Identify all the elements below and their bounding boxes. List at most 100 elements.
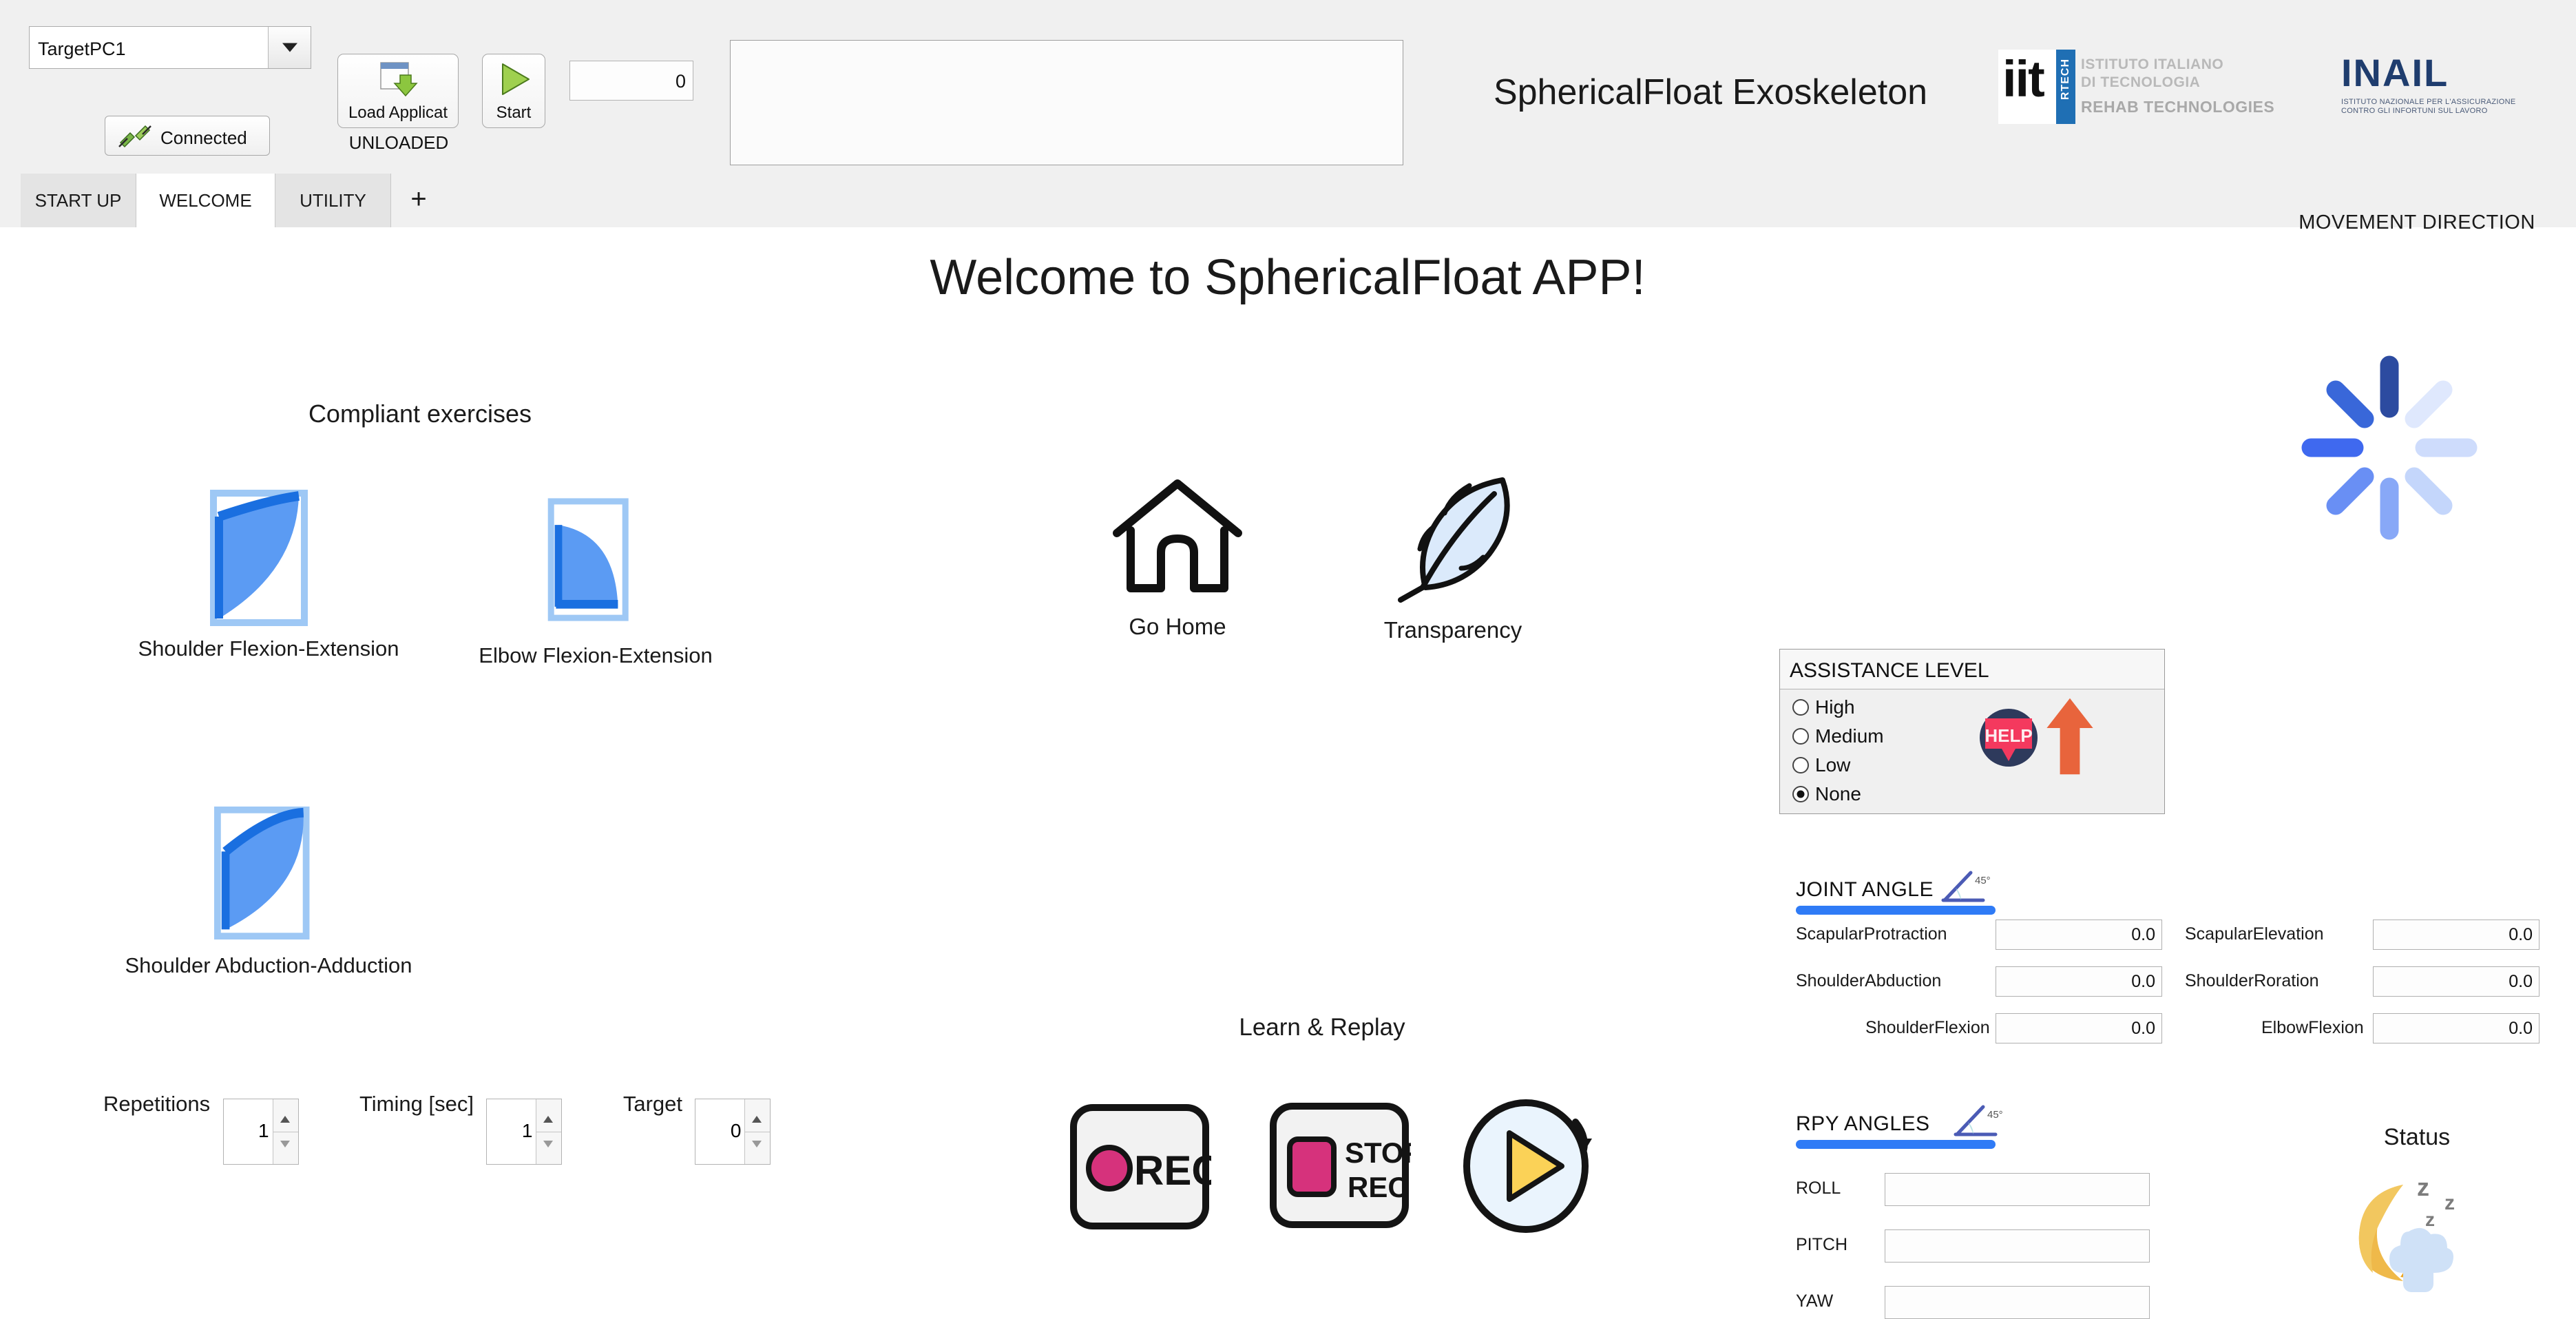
field-value: 0.0 (2131, 925, 2155, 945)
stepper-timing: Timing [sec] 1 (359, 1092, 562, 1165)
tab-utility[interactable]: UTILITY (275, 174, 391, 227)
angle-value-text: 45° (1987, 1109, 2002, 1121)
stop-text: STOP (1345, 1136, 1411, 1169)
radio-label: Medium (1815, 725, 1884, 747)
timing-input[interactable]: 1 (486, 1099, 562, 1165)
replay-button[interactable] (1460, 1092, 1596, 1238)
field-value: 0.0 (2509, 1019, 2533, 1039)
learn-replay-label: Learn & Replay (1143, 1014, 1501, 1041)
shoulder-abduction-icon (200, 806, 337, 944)
shoulder-flexion-input[interactable]: 0.0 (1996, 1013, 2162, 1043)
help-icon: HELP (1974, 703, 2043, 772)
stepper-down-icon[interactable] (543, 1141, 553, 1147)
stepper-up-icon[interactable] (752, 1116, 762, 1123)
exercise-elbow-flexion[interactable]: Elbow Flexion-Extension (451, 496, 740, 668)
log-textarea[interactable] (730, 40, 1403, 165)
elbow-flexion-input[interactable]: 0.0 (2373, 1013, 2540, 1043)
application-title: SphericalFloat Exoskeleton (1463, 72, 1958, 113)
load-application-button[interactable]: Load Applicat (337, 54, 459, 128)
play-triangle-icon (494, 60, 533, 98)
radio-medium[interactable]: Medium (1792, 725, 1884, 747)
radio-icon[interactable] (1792, 699, 1809, 716)
rec-icon: REC (1068, 1102, 1211, 1232)
scapular-protraction-input[interactable]: 0.0 (1996, 920, 2162, 950)
radio-label: Low (1815, 754, 1850, 776)
exercise-shoulder-flexion[interactable]: Shoulder Flexion-Extension (107, 489, 430, 661)
stepper-target: Target 0 (623, 1092, 771, 1165)
joint-angle-header: JOINT ANGLE 45° (1796, 878, 1934, 902)
field-value: 0.0 (2131, 1019, 2155, 1039)
exercise-label: Shoulder Flexion-Extension (107, 636, 430, 661)
elbow-flexion-icon (527, 496, 664, 634)
iit-letters: iit (2002, 54, 2044, 105)
stepper-arrows[interactable] (744, 1099, 770, 1164)
field-value: 0.0 (2509, 972, 2533, 992)
radio-icon[interactable] (1792, 728, 1809, 745)
radio-icon[interactable] (1792, 757, 1809, 773)
stepper-down-icon[interactable] (280, 1141, 290, 1147)
shoulder-abduction-input[interactable]: 0.0 (1996, 966, 2162, 997)
stop-record-button[interactable]: STOP REC (1268, 1101, 1411, 1234)
zzz-1: z (2417, 1173, 2429, 1201)
stepper-label: Repetitions (103, 1092, 210, 1116)
transparency-button[interactable]: Transparency (1329, 472, 1577, 643)
field-label: ShoulderRoration (2185, 971, 2319, 991)
spinner-icon (2286, 344, 2493, 551)
sample-time-input[interactable]: 0 (569, 61, 693, 101)
assistance-level-panel: ASSISTANCE LEVEL High Medium Low None HE… (1779, 649, 2165, 814)
stepper-arrows[interactable] (273, 1099, 298, 1164)
inail-wordmark: INAIL (2341, 54, 2548, 92)
stepper-arrows[interactable] (536, 1099, 561, 1164)
start-button-label: Start (483, 103, 545, 123)
tab-start-up[interactable]: START UP (21, 174, 136, 227)
load-application-label: Load Applicat (338, 103, 458, 123)
iit-line1: ISTITUTO ITALIANO (2081, 56, 2223, 73)
stepper-row: Repetitions 1 Timing [sec] 1 (103, 1092, 771, 1165)
shoulder-rotation-input[interactable]: 0.0 (2373, 966, 2540, 997)
stepper-value: 0 (731, 1120, 742, 1142)
status-label: Status (2321, 1124, 2513, 1151)
yaw-input[interactable] (1885, 1286, 2150, 1319)
compliant-exercises-label: Compliant exercises (227, 399, 613, 428)
target-pc-value: TargetPC1 (38, 39, 126, 60)
radio-high[interactable]: High (1792, 696, 1855, 718)
stepper-up-icon[interactable] (280, 1116, 290, 1123)
repetitions-input[interactable]: 1 (223, 1099, 299, 1165)
connect-button[interactable]: Connected (105, 116, 270, 156)
record-button[interactable]: REC (1068, 1102, 1211, 1235)
target-input[interactable]: 0 (695, 1099, 771, 1165)
target-pc-dropdown[interactable]: TargetPC1 (29, 26, 311, 69)
joint-angle-title: JOINT ANGLE (1796, 878, 1934, 901)
radio-icon[interactable] (1792, 786, 1809, 802)
plug-icon (118, 125, 152, 148)
iit-rtech-bar: RTECH (2056, 50, 2075, 124)
page-title: Welcome to SphericalFloat APP! (757, 249, 1818, 306)
exercise-shoulder-abduction[interactable]: Shoulder Abduction-Adduction (90, 806, 448, 978)
stepper-label: Target (623, 1092, 682, 1116)
stepper-repetitions: Repetitions 1 (103, 1092, 299, 1165)
iit-rtech-logo: iit RTECH ISTITUTO ITALIANO DI TECNOLOGI… (1998, 50, 2308, 125)
replay-play-icon (1460, 1092, 1596, 1235)
stepper-up-icon[interactable] (543, 1116, 553, 1123)
field-label: ShoulderFlexion (1865, 1018, 1990, 1038)
sample-time-value: 0 (676, 71, 686, 92)
pitch-input[interactable] (1885, 1229, 2150, 1263)
tab-welcome[interactable]: WELCOME (136, 174, 275, 227)
radio-none[interactable]: None (1792, 783, 1861, 805)
radio-label: None (1815, 783, 1861, 804)
movement-direction-label: MOVEMENT DIRECTION (2259, 211, 2575, 234)
start-button[interactable]: Start (482, 54, 545, 128)
roll-input[interactable] (1885, 1173, 2150, 1206)
tab-bar: START UP WELCOME UTILITY + (0, 174, 2576, 228)
radio-low[interactable]: Low (1792, 754, 1850, 776)
shoulder-flexion-icon (200, 489, 337, 627)
chevron-down-icon[interactable] (268, 27, 311, 68)
field-label: ElbowFlexion (2261, 1018, 2364, 1038)
add-tab-button[interactable]: + (391, 174, 446, 227)
scapular-elevation-input[interactable]: 0.0 (2373, 920, 2540, 950)
feather-icon (1384, 472, 1522, 603)
go-home-button[interactable]: Go Home (1067, 475, 1288, 640)
angle-45-icon: 45° (1953, 1104, 2002, 1140)
stepper-down-icon[interactable] (752, 1141, 762, 1147)
assistance-level-title: ASSISTANCE LEVEL (1790, 659, 1989, 683)
